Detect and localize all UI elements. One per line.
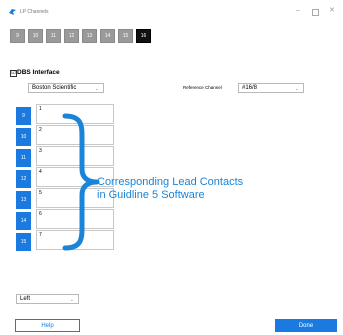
contact-number: 7 [39,232,42,238]
contact-number: 5 [39,190,42,196]
chevron-down-icon: ⌄ [294,86,299,92]
contact-number: 3 [39,148,42,154]
curly-brace-annotation [62,113,100,251]
manufacturer-select[interactable]: Boston Scientific ⌄ [28,83,104,93]
channel-button-9[interactable]: 9 [16,107,31,125]
chevron-down-icon: ⌄ [69,297,74,303]
minimize-icon[interactable]: – [296,7,300,15]
close-icon[interactable]: ✕ [329,7,335,15]
reference-channel-value: #16/8 [242,85,258,91]
dbs-interface-title: DBS Interface [17,69,60,76]
manufacturer-value: Boston Scientific [32,85,77,91]
reference-channel-label: Reference Channel [183,85,222,90]
channel-button-10[interactable]: 10 [16,128,31,146]
tab-channel-14[interactable]: 14 [100,29,115,43]
done-button[interactable]: Done [275,319,337,332]
channel-button-12[interactable]: 12 [16,170,31,188]
reference-channel-select[interactable]: #16/8 ⌄ [238,83,304,93]
contact-number: 4 [39,169,42,175]
tab-channel-12[interactable]: 12 [64,29,79,43]
contact-number: 2 [39,127,42,133]
channel-button-15[interactable]: 15 [16,233,31,251]
annotation-line-1: Corresponding Lead Contacts [97,176,244,188]
channel-button-13[interactable]: 13 [16,191,31,209]
annotation-text: Corresponding Lead Contacts in Guidline … [97,176,297,202]
chevron-down-icon: ⌄ [94,86,99,92]
side-select-value: Left [20,296,31,302]
help-button[interactable]: Help [15,319,80,332]
bird-logo-icon [9,9,16,15]
tab-channel-9[interactable]: 9 [10,29,25,43]
contact-number: 6 [39,211,42,217]
dbs-interface-checkbox[interactable]: ☑ [10,70,17,77]
maximize-icon[interactable] [312,9,319,16]
title-bar: LP Channels – ✕ [0,0,343,22]
tab-channel-11[interactable]: 11 [46,29,61,43]
tab-channel-10[interactable]: 10 [28,29,43,43]
contact-number: 1 [39,106,42,112]
tab-channel-13[interactable]: 13 [82,29,97,43]
annotation-line-2: in Guidline 5 Software [97,189,205,201]
tab-channel-16[interactable]: 16 [136,29,151,43]
window-title: LP Channels [20,9,49,15]
side-select[interactable]: Left ⌄ [16,294,79,304]
channel-button-11[interactable]: 11 [16,149,31,167]
lp-channels-window: LP Channels – ✕ 9 10 11 12 13 14 15 16 ☑… [0,0,343,335]
channel-button-14[interactable]: 14 [16,212,31,230]
tab-channel-15[interactable]: 15 [118,29,133,43]
